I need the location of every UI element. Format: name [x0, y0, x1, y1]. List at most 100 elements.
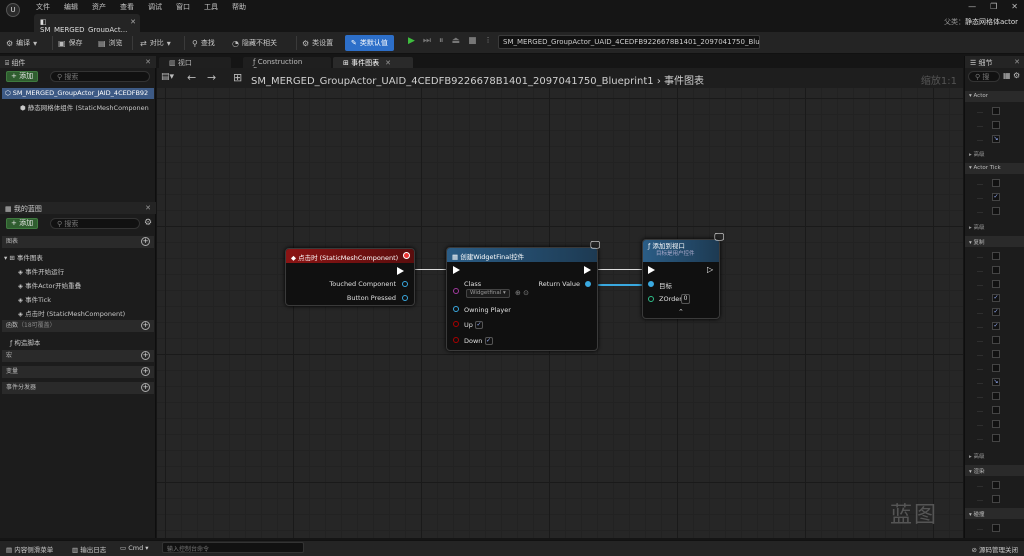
graphs-section[interactable]: 图表 + [2, 236, 154, 248]
property-checkbox[interactable]: ↘ [992, 135, 1000, 143]
property-checkbox[interactable] [992, 252, 1000, 260]
zorder-input[interactable]: 0 [681, 294, 690, 304]
browse-icon[interactable]: ⊕ ⊙ [515, 289, 529, 297]
property-checkbox[interactable]: ↘ [992, 378, 1000, 386]
details-section-actor-tick[interactable]: ▾ Actor Tick [965, 163, 1024, 174]
debug-object-select[interactable]: SM_MERGED_GroupActor_UAID_4CEDFB9226678B… [498, 35, 760, 49]
property-checkbox[interactable]: ✓ [992, 193, 1000, 201]
output-log-button[interactable]: ▥ 输出日志 [72, 544, 106, 554]
menu-debug[interactable]: 调试 [148, 2, 162, 12]
tab-construction[interactable]: ƒ Construction Scr... [243, 57, 331, 74]
maximize-icon[interactable]: ❐ [990, 2, 997, 11]
document-tab[interactable]: ◧ SM_MERGED_GroupAct... ✕ [34, 14, 140, 34]
breadcrumb-current[interactable]: 事件图表 [664, 76, 704, 87]
graph-menu-icon[interactable]: ▤▾ [161, 72, 174, 82]
find-button[interactable]: ⚲ 查找 [192, 36, 215, 50]
components-search-input[interactable]: ⚲ 搜索 [50, 71, 150, 82]
functions-section[interactable]: 函数（18可覆盖） + [2, 320, 154, 332]
pin-up[interactable] [453, 321, 459, 327]
more-options-icon[interactable]: ⋮ [485, 36, 492, 46]
property-checkbox[interactable] [992, 107, 1000, 115]
exec-out-pin[interactable] [397, 267, 404, 275]
up-checkbox[interactable]: ✓ [474, 321, 483, 329]
tab-event-graph[interactable]: ⊞ 事件图表 ✕ [333, 57, 413, 68]
parent-class-link[interactable]: 静态网格体actor [965, 18, 1018, 26]
stop-icon[interactable]: ■ [468, 36, 477, 46]
property-checkbox[interactable] [992, 266, 1000, 274]
tab-viewport[interactable]: ▥ 视口 [159, 57, 231, 68]
gear-icon[interactable]: ⚙ [144, 218, 152, 228]
class-defaults-button[interactable]: ✎ 类默认值 [345, 35, 394, 51]
add-member-button[interactable]: + 添加 [6, 218, 39, 229]
hide-unrelated-button[interactable]: ◔ 隐藏不相关 [232, 36, 277, 50]
pin-owning-player[interactable] [453, 306, 459, 312]
console-command-input[interactable]: 输入控制台命令 [162, 542, 304, 553]
pin-class[interactable] [453, 288, 459, 294]
delegate-pin-icon[interactable] [403, 252, 410, 259]
details-section-collision[interactable]: ▾ 碰撞 [965, 508, 1024, 519]
exec-out-pin[interactable] [584, 266, 591, 274]
close-panel-icon[interactable]: ✕ [145, 204, 151, 212]
gear-icon[interactable]: ⚙ [1013, 71, 1020, 80]
property-checkbox[interactable] [992, 336, 1000, 344]
unreal-logo-icon[interactable]: U [6, 3, 20, 17]
functions-override-count[interactable]: （18可覆盖） [18, 322, 56, 329]
property-checkbox[interactable] [992, 406, 1000, 414]
close-panel-icon[interactable]: ✕ [145, 58, 151, 66]
property-checkbox[interactable] [992, 434, 1000, 442]
property-checkbox[interactable] [992, 121, 1000, 129]
pin-button-pressed[interactable] [402, 295, 408, 301]
cmd-select[interactable]: ▭ Cmd ▾ [120, 544, 149, 552]
exec-in-pin[interactable] [453, 266, 460, 274]
menu-view[interactable]: 查看 [120, 2, 134, 12]
details-search-input[interactable]: ⚲ 搜 [968, 71, 1000, 82]
close-icon[interactable]: ✕ [1011, 2, 1018, 11]
class-settings-button[interactable]: ⚙ 类设置 [302, 36, 333, 50]
add-component-button[interactable]: + 添加 [6, 71, 39, 82]
node-on-clicked[interactable]: ◆ 点击时 (StaticMeshComponent) Touched Comp… [285, 248, 415, 306]
construction-script-item[interactable]: ƒ 构造脚本 [10, 337, 40, 347]
menu-file[interactable]: 文件 [36, 2, 50, 12]
details-section-rendering[interactable]: ▾ 渲染 [965, 465, 1024, 476]
menu-window[interactable]: 窗口 [176, 2, 190, 12]
event-item[interactable]: ◈ 事件Tick [18, 294, 51, 304]
event-item[interactable]: ◈ 事件Actor开始重叠 [18, 280, 81, 290]
grid-view-icon[interactable]: ▦ [1003, 71, 1011, 80]
expand-advanced-icon[interactable]: ⌃ [678, 308, 684, 316]
minimize-icon[interactable]: — [968, 2, 976, 11]
component-root-item[interactable]: ⬡ SM_MERGED_GroupActor_JAID_4CEDFB92 [2, 88, 154, 99]
add-variable-icon[interactable]: + [141, 367, 150, 376]
close-tab-icon[interactable]: ✕ [130, 18, 136, 26]
pause-icon[interactable]: ⏸ [439, 36, 444, 46]
event-item[interactable]: ◈ 事件开始运行 [18, 266, 64, 276]
close-panel-icon[interactable]: ✕ [1014, 58, 1020, 66]
property-checkbox[interactable] [992, 350, 1000, 358]
step-icon[interactable]: ⏭ [423, 36, 431, 46]
pin-touched-component[interactable] [402, 281, 408, 287]
property-checkbox[interactable] [992, 481, 1000, 489]
variables-section[interactable]: 变量 + [2, 366, 154, 378]
back-arrow-icon[interactable]: ← [187, 71, 196, 84]
exec-out-pin[interactable]: ▷ [707, 265, 714, 274]
node-create-widget[interactable]: ▦ 创建WidgetFinal控件 🖵 Class Widgetfinal ▾ … [446, 240, 600, 351]
macros-section[interactable]: 宏 + [2, 350, 154, 362]
browse-button[interactable]: ▤ 浏览 [98, 36, 123, 50]
compile-button[interactable]: ⚙ 编译 ▾ [6, 36, 37, 50]
property-checkbox[interactable] [992, 524, 1000, 532]
property-checkbox[interactable] [992, 420, 1000, 428]
add-dispatcher-icon[interactable]: + [141, 383, 150, 392]
details-section-advanced[interactable]: ▸ 高级 [965, 450, 1024, 461]
details-section-replication[interactable]: ▾ 复制 [965, 236, 1024, 247]
property-checkbox[interactable] [992, 364, 1000, 372]
pin-target[interactable] [648, 281, 654, 287]
add-macro-icon[interactable]: + [141, 351, 150, 360]
dispatchers-section[interactable]: 事件分发器 + [2, 382, 154, 394]
exec-in-pin[interactable] [648, 266, 655, 274]
breadcrumb-blueprint[interactable]: SM_MERGED_GroupActor_UAID_4CEDFB9226678B… [251, 76, 654, 87]
property-checkbox[interactable] [992, 179, 1000, 187]
content-drawer-button[interactable]: ▤ 内容侧滑菜单 [6, 544, 53, 554]
details-section-actor[interactable]: ▾ Actor [965, 91, 1024, 102]
play-icon[interactable]: ▶ [408, 36, 415, 46]
property-checkbox[interactable]: ✓ [992, 308, 1000, 316]
component-child-item[interactable]: ⬢ 静态网格体组件 (StaticMeshComponen [20, 102, 149, 112]
